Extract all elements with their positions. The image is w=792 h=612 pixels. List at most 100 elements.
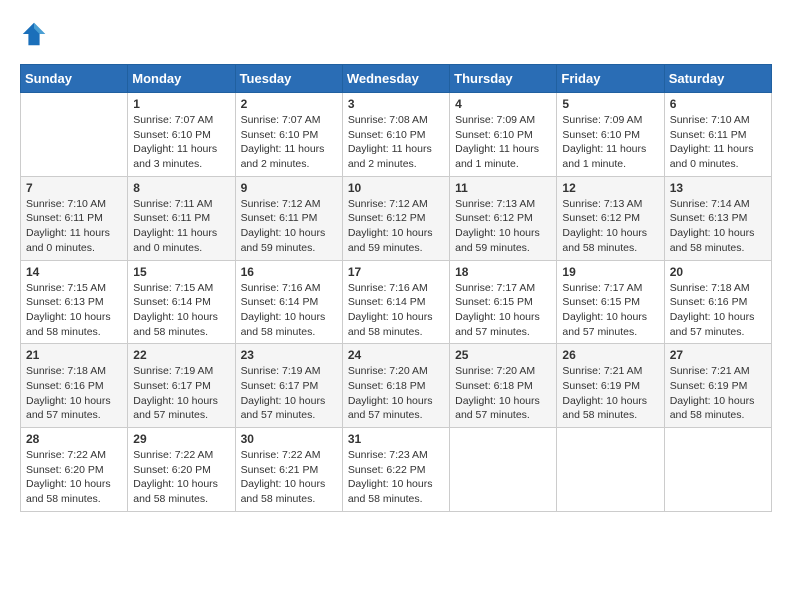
- day-info: Sunrise: 7:07 AMSunset: 6:10 PMDaylight:…: [241, 113, 337, 172]
- day-of-week-header: Wednesday: [342, 65, 449, 93]
- logo-icon: [20, 20, 48, 48]
- table-row: 10 Sunrise: 7:12 AMSunset: 6:12 PMDayligh…: [342, 176, 449, 260]
- table-row: 8 Sunrise: 7:11 AMSunset: 6:11 PMDaylight…: [128, 176, 235, 260]
- table-row: 12 Sunrise: 7:13 AMSunset: 6:12 PMDayligh…: [557, 176, 664, 260]
- day-info: Sunrise: 7:16 AMSunset: 6:14 PMDaylight:…: [348, 281, 444, 340]
- page-header: [20, 20, 772, 48]
- day-number: 8: [133, 181, 229, 195]
- day-number: 22: [133, 348, 229, 362]
- day-number: 10: [348, 181, 444, 195]
- day-info: Sunrise: 7:13 AMSunset: 6:12 PMDaylight:…: [455, 197, 551, 256]
- logo: [20, 20, 52, 48]
- day-info: Sunrise: 7:19 AMSunset: 6:17 PMDaylight:…: [133, 364, 229, 423]
- table-row: 17Sunrise: 7:16 AMSunset: 6:14 PMDayligh…: [342, 260, 449, 344]
- calendar-week-row: 7Sunrise: 7:10 AMSunset: 6:11 PMDaylight…: [21, 176, 772, 260]
- calendar-header-row: SundayMondayTuesdayWednesdayThursdayFrid…: [21, 65, 772, 93]
- day-info: Sunrise: 7:17 AMSunset: 6:15 PMDaylight:…: [562, 281, 658, 340]
- table-row: 6 Sunrise: 7:10 AMSunset: 6:11 PMDaylight…: [664, 93, 771, 177]
- table-row: 1Sunrise: 7:07 AMSunset: 6:10 PMDaylight…: [128, 93, 235, 177]
- day-of-week-header: Friday: [557, 65, 664, 93]
- table-row: [557, 428, 664, 512]
- day-number: 13: [670, 181, 766, 195]
- calendar-week-row: 1 Sunrise: 7:07 AMSunset: 6:10 PMDaylight…: [21, 93, 772, 177]
- day-number: 16: [241, 265, 337, 279]
- day-of-week-header: Monday: [128, 65, 235, 93]
- day-number: 27: [670, 348, 766, 362]
- table-row: 19 Sunrise: 7:17 AMSunset: 6:15 PMDayligh…: [557, 260, 664, 344]
- table-row: 13 Sunrise: 7:14 AMSunset: 6:13 PMDayligh…: [664, 176, 771, 260]
- day-info: Sunrise: 7:22 AMSunset: 6:21 PMDaylight:…: [241, 448, 337, 507]
- table-row: 23Sunrise: 7:19 AMSunset: 6:17 PMDayligh…: [235, 344, 342, 428]
- calendar-week-row: 21Sunrise: 7:18 AMSunset: 6:16 PMDayligh…: [21, 344, 772, 428]
- day-info: Sunrise: 7:22 AMSunset: 6:20 PMDaylight:…: [26, 448, 122, 507]
- day-number: 25: [455, 348, 551, 362]
- day-info: Sunrise: 7:15 AMSunset: 6:14 PMDaylight:…: [133, 281, 229, 340]
- day-number: 4: [455, 97, 551, 111]
- day-info: Sunrise: 7:18 AMSunset: 6:16 PMDaylight:…: [670, 281, 766, 340]
- day-of-week-header: Thursday: [450, 65, 557, 93]
- table-row: 29 Sunrise: 7:22 AMSunset: 6:20 PMDayligh…: [128, 428, 235, 512]
- table-row: [450, 428, 557, 512]
- table-row: 4 Sunrise: 7:09 AMSunset: 6:10 PMDaylight…: [450, 93, 557, 177]
- table-row: 2 Sunrise: 7:07 AMSunset: 6:10 PMDaylight…: [235, 93, 342, 177]
- day-of-week-header: Saturday: [664, 65, 771, 93]
- day-number: 20: [670, 265, 766, 279]
- table-row: 26Sunrise: 7:21 AMSunset: 6:19 PMDayligh…: [557, 344, 664, 428]
- table-row: 30Sunrise: 7:22 AMSunset: 6:21 PMDayligh…: [235, 428, 342, 512]
- day-info: Sunrise: 7:14 AMSunset: 6:13 PMDaylight:…: [670, 197, 766, 256]
- day-number: 18: [455, 265, 551, 279]
- day-number: 1: [133, 97, 229, 111]
- table-row: 11 Sunrise: 7:13 AMSunset: 6:12 PMDayligh…: [450, 176, 557, 260]
- day-number: 24: [348, 348, 444, 362]
- day-number: 6: [670, 97, 766, 111]
- day-number: 14: [26, 265, 122, 279]
- day-info: Sunrise: 7:09 AMSunset: 6:10 PMDaylight:…: [455, 113, 551, 172]
- table-row: 18Sunrise: 7:17 AMSunset: 6:15 PMDayligh…: [450, 260, 557, 344]
- day-info: Sunrise: 7:18 AMSunset: 6:16 PMDaylight:…: [26, 364, 122, 423]
- calendar-table: SundayMondayTuesdayWednesdayThursdayFrid…: [20, 64, 772, 512]
- day-number: 19: [562, 265, 658, 279]
- day-info: Sunrise: 7:19 AMSunset: 6:17 PMDaylight:…: [241, 364, 337, 423]
- day-number: 9: [241, 181, 337, 195]
- day-info: Sunrise: 7:10 AMSunset: 6:11 PMDaylight:…: [670, 113, 766, 172]
- table-row: 21Sunrise: 7:18 AMSunset: 6:16 PMDayligh…: [21, 344, 128, 428]
- table-row: 22 Sunrise: 7:19 AMSunset: 6:17 PMDayligh…: [128, 344, 235, 428]
- day-number: 12: [562, 181, 658, 195]
- day-number: 5: [562, 97, 658, 111]
- day-info: Sunrise: 7:08 AMSunset: 6:10 PMDaylight:…: [348, 113, 444, 172]
- day-number: 3: [348, 97, 444, 111]
- day-info: Sunrise: 7:20 AMSunset: 6:18 PMDaylight:…: [455, 364, 551, 423]
- day-number: 11: [455, 181, 551, 195]
- day-of-week-header: Tuesday: [235, 65, 342, 93]
- day-of-week-header: Sunday: [21, 65, 128, 93]
- day-info: Sunrise: 7:11 AMSunset: 6:11 PMDaylight:…: [133, 197, 229, 256]
- table-row: 31 Sunrise: 7:23 AMSunset: 6:22 PMDayligh…: [342, 428, 449, 512]
- day-number: 7: [26, 181, 122, 195]
- table-row: 25 Sunrise: 7:20 AMSunset: 6:18 PMDayligh…: [450, 344, 557, 428]
- day-number: 15: [133, 265, 229, 279]
- table-row: 24 Sunrise: 7:20 AMSunset: 6:18 PMDayligh…: [342, 344, 449, 428]
- day-info: Sunrise: 7:16 AMSunset: 6:14 PMDaylight:…: [241, 281, 337, 340]
- day-info: Sunrise: 7:15 AMSunset: 6:13 PMDaylight:…: [26, 281, 122, 340]
- table-row: 5 Sunrise: 7:09 AMSunset: 6:10 PMDaylight…: [557, 93, 664, 177]
- day-info: Sunrise: 7:20 AMSunset: 6:18 PMDaylight:…: [348, 364, 444, 423]
- calendar-week-row: 28Sunrise: 7:22 AMSunset: 6:20 PMDayligh…: [21, 428, 772, 512]
- table-row: 7Sunrise: 7:10 AMSunset: 6:11 PMDaylight…: [21, 176, 128, 260]
- day-info: Sunrise: 7:23 AMSunset: 6:22 PMDaylight:…: [348, 448, 444, 507]
- day-number: 26: [562, 348, 658, 362]
- day-number: 31: [348, 432, 444, 446]
- day-number: 2: [241, 97, 337, 111]
- day-info: Sunrise: 7:21 AMSunset: 6:19 PMDaylight:…: [670, 364, 766, 423]
- table-row: 14 Sunrise: 7:15 AMSunset: 6:13 PMDayligh…: [21, 260, 128, 344]
- day-info: Sunrise: 7:09 AMSunset: 6:10 PMDaylight:…: [562, 113, 658, 172]
- calendar-week-row: 14 Sunrise: 7:15 AMSunset: 6:13 PMDayligh…: [21, 260, 772, 344]
- table-row: 16 Sunrise: 7:16 AMSunset: 6:14 PMDayligh…: [235, 260, 342, 344]
- day-number: 29: [133, 432, 229, 446]
- day-info: Sunrise: 7:22 AMSunset: 6:20 PMDaylight:…: [133, 448, 229, 507]
- day-info: Sunrise: 7:13 AMSunset: 6:12 PMDaylight:…: [562, 197, 658, 256]
- table-row: 20 Sunrise: 7:18 AMSunset: 6:16 PMDayligh…: [664, 260, 771, 344]
- table-row: 9Sunrise: 7:12 AMSunset: 6:11 PMDaylight…: [235, 176, 342, 260]
- table-row: [21, 93, 128, 177]
- table-row: 28Sunrise: 7:22 AMSunset: 6:20 PMDayligh…: [21, 428, 128, 512]
- day-info: Sunrise: 7:12 AMSunset: 6:12 PMDaylight:…: [348, 197, 444, 256]
